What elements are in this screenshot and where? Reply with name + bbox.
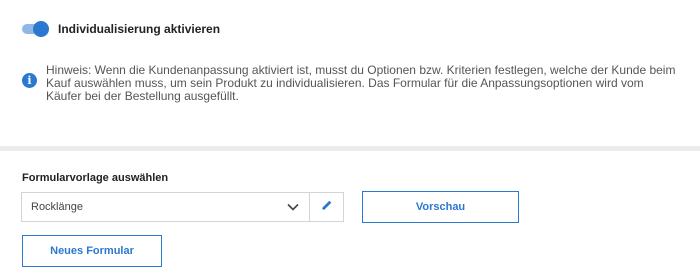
customization-toggle-row: Individualisierung aktivieren (22, 19, 220, 39)
customization-toggle[interactable] (22, 21, 49, 37)
hint-text: Hinweis: Wenn die Kundenanpassung aktivi… (46, 63, 676, 103)
pencil-icon (321, 198, 333, 216)
info-icon: i (22, 73, 37, 88)
template-select[interactable]: Rocklänge (21, 192, 310, 222)
template-section-title: Formularvorlage auswählen (22, 172, 169, 184)
edit-template-button[interactable] (310, 192, 344, 222)
toggle-knob (33, 21, 49, 37)
preview-button[interactable]: Vorschau (362, 191, 519, 223)
chevron-down-icon (283, 199, 303, 215)
section-divider (0, 146, 700, 151)
new-form-button[interactable]: Neues Formular (22, 235, 162, 267)
template-select-value: Rocklänge (31, 201, 83, 213)
hint-box: i Hinweis: Wenn die Kundenanpassung akti… (22, 64, 682, 103)
toggle-label: Individualisierung aktivieren (58, 22, 221, 36)
